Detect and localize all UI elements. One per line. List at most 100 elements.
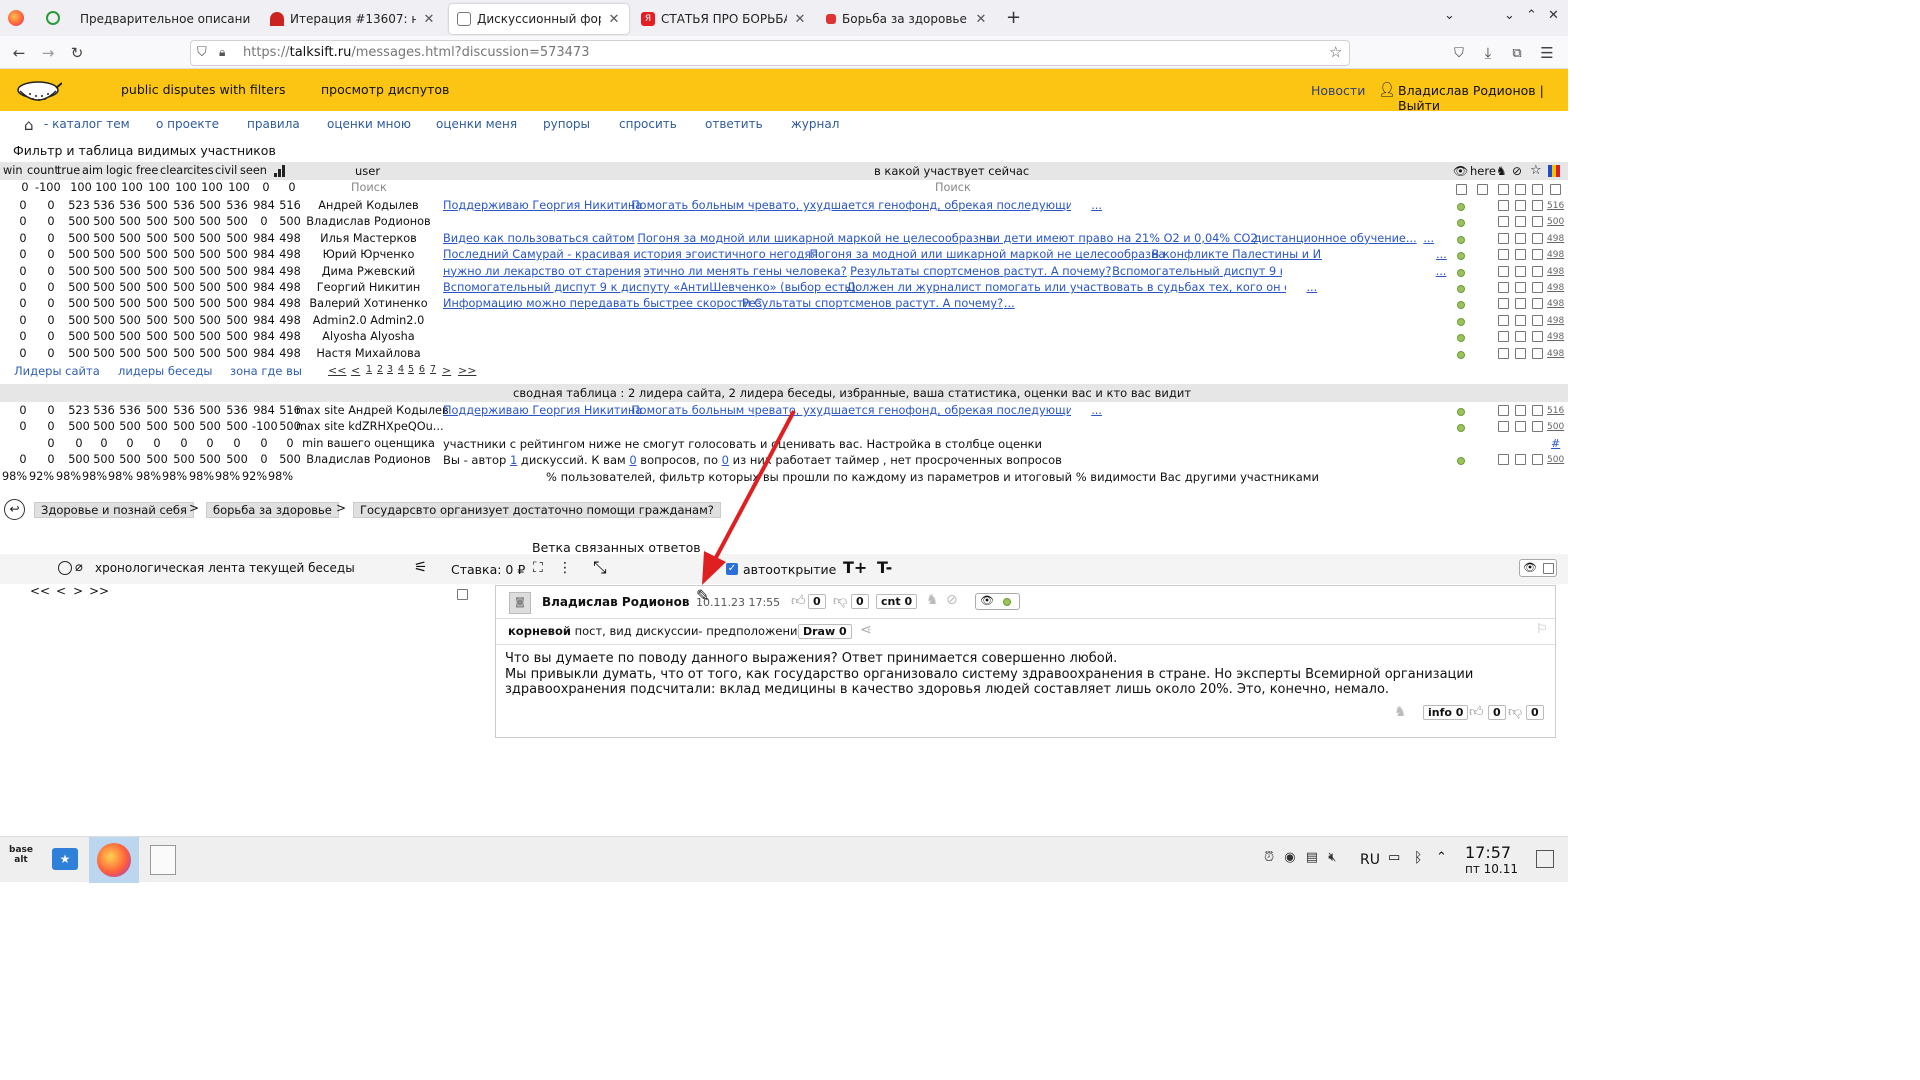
clipboard-icon[interactable]: ▤ xyxy=(1306,850,1318,865)
person-icon[interactable]: ♞ xyxy=(1394,704,1407,720)
user-name[interactable]: Alyosha Alyosha xyxy=(296,329,441,345)
hide-icon[interactable]: ⊘ xyxy=(946,592,958,608)
row-checkbox[interactable] xyxy=(1498,298,1509,310)
thumbs-up-icon[interactable]: 👍︎ xyxy=(791,592,806,609)
site-section[interactable]: просмотр диспутов xyxy=(321,82,449,97)
row-checkbox[interactable] xyxy=(1498,331,1509,343)
filter-checkbox[interactable] xyxy=(1550,184,1561,195)
bluetooth-icon[interactable]: ᛒ xyxy=(1414,850,1422,866)
text-editor-icon[interactable] xyxy=(150,845,176,875)
feed-pager-next[interactable]: > xyxy=(73,584,83,598)
pager-1[interactable]: < xyxy=(351,364,360,377)
start-menu-icon[interactable]: base alt xyxy=(6,845,36,875)
discussion-link[interactable]: чьи дети имеют право на 21% О2 и 0,04% С… xyxy=(979,231,1257,247)
row-checkbox[interactable] xyxy=(1498,249,1509,261)
tab-2-active[interactable]: Дискуссионный форум ✕ xyxy=(449,4,629,34)
row-checkbox[interactable] xyxy=(1532,232,1543,244)
filter-checkbox[interactable] xyxy=(1477,184,1488,195)
row-checkbox[interactable] xyxy=(1532,314,1543,326)
close-icon[interactable]: ✕ xyxy=(974,12,988,27)
user-name[interactable]: max site Андрей Кодылев xyxy=(296,403,449,419)
user-name[interactable]: max site kdZRHXpeQOu... xyxy=(296,419,444,435)
discussion-link[interactable]: дистанционное обучение... xyxy=(1254,231,1417,247)
row-checkbox[interactable] xyxy=(1515,454,1526,465)
paperclip-icon[interactable]: ⌀ xyxy=(75,560,83,575)
bookmark-star-icon[interactable]: ☆ xyxy=(1329,43,1342,61)
row-checkbox[interactable] xyxy=(1498,421,1509,432)
row-checkbox[interactable] xyxy=(1532,454,1543,465)
user-name[interactable]: Илья Мастерков xyxy=(296,231,441,247)
column-header-civil[interactable]: civil xyxy=(215,164,237,177)
close-icon[interactable]: ✕ xyxy=(422,12,436,27)
filter-checkbox[interactable] xyxy=(1515,184,1526,195)
font-decrease-button[interactable]: T- xyxy=(877,558,892,577)
row-checkbox[interactable] xyxy=(1532,421,1543,432)
nav-catalog[interactable]: - каталог тем xyxy=(44,117,130,131)
discussion-link[interactable]: Результаты спортсменов растут. А почему? xyxy=(742,296,1003,312)
thumbs-down-icon[interactable]: 👎︎ xyxy=(1508,703,1522,720)
row-checkbox[interactable] xyxy=(1498,265,1509,277)
user-name[interactable]: Андрей Кодылев xyxy=(296,198,441,214)
row-checkbox[interactable] xyxy=(1532,331,1543,343)
rating-link[interactable]: 498 xyxy=(1547,247,1564,263)
tab-4[interactable]: Борьба за здоровье: что д ✕ xyxy=(818,4,996,34)
forward-icon[interactable]: → xyxy=(37,42,59,64)
pager-2[interactable]: 1 xyxy=(366,364,372,375)
user-name[interactable]: Admin2.0 Admin2.0 xyxy=(296,313,441,329)
pager-10[interactable]: >> xyxy=(458,364,476,377)
star-icon[interactable]: ☆ xyxy=(1530,163,1542,178)
filter-threshold[interactable]: 100 xyxy=(200,181,224,194)
thumbs-up-icon[interactable]: 👍︎ xyxy=(1469,703,1484,720)
tab-0[interactable]: Предварительное описание з xyxy=(72,4,258,34)
pager-5[interactable]: 4 xyxy=(398,364,404,375)
pager-0[interactable]: << xyxy=(328,364,346,377)
row-checkbox[interactable] xyxy=(1532,298,1543,310)
back-circle-icon[interactable]: ↩ xyxy=(4,499,25,520)
user-name[interactable]: Дима Ржевский xyxy=(296,264,441,280)
show-desktop-button[interactable] xyxy=(1536,850,1554,868)
person-icon[interactable]: ♞ xyxy=(1496,164,1507,178)
breadcrumb-0[interactable]: Здоровье и познай себя xyxy=(34,502,194,518)
close-icon[interactable]: ✕ xyxy=(793,12,807,27)
pager-9[interactable]: > xyxy=(442,364,451,377)
filter-threshold[interactable]: 100 xyxy=(120,181,144,194)
more-link[interactable]: ... xyxy=(1436,247,1447,263)
user-name[interactable]: Валерий Хотиненко xyxy=(296,296,441,312)
filter-threshold[interactable]: 100 xyxy=(69,181,93,194)
visibility-toggle[interactable]: 👁︎ xyxy=(975,593,1020,610)
column-header-count[interactable]: count xyxy=(27,164,59,177)
site-tagline[interactable]: public disputes with filters xyxy=(121,82,286,97)
collapse-icon[interactable]: ⤡ xyxy=(593,558,607,578)
rating-link[interactable]: 498 xyxy=(1547,329,1564,345)
rating-link[interactable]: 498 xyxy=(1547,296,1564,312)
filter-threshold[interactable]: 100 xyxy=(94,181,118,194)
discussion-link[interactable]: Информацию можно передавать быстрее скор… xyxy=(443,296,762,312)
rating-link[interactable]: 498 xyxy=(1547,346,1564,362)
filter-threshold[interactable]: 0 xyxy=(13,181,37,194)
nav-ratings-by-me[interactable]: оценки мною xyxy=(327,117,411,131)
volume-muted-icon[interactable]: 🔇︎ xyxy=(1328,850,1336,865)
nav-ask[interactable]: спросить xyxy=(619,117,677,131)
your-zone-link[interactable]: зона где вы xyxy=(230,364,302,378)
alarm-icon[interactable]: ⏰︎ xyxy=(1264,850,1274,865)
row-checkbox[interactable] xyxy=(1515,216,1526,228)
feed-pager-first[interactable]: << xyxy=(30,584,50,598)
pager-7[interactable]: 6 xyxy=(419,364,425,375)
user-name[interactable]: Юрий Юрченко xyxy=(296,247,441,263)
rating-link[interactable]: 516 xyxy=(1547,403,1564,419)
pager-3[interactable]: 2 xyxy=(377,364,383,375)
font-increase-button[interactable]: T+ xyxy=(843,558,867,577)
column-header-true[interactable]: true xyxy=(57,164,80,177)
row-checkbox[interactable] xyxy=(1532,347,1543,359)
tab-list-icon[interactable]: ⌄ xyxy=(1444,8,1455,23)
tree-icon[interactable]: ⛶ xyxy=(533,560,543,576)
column-header-clear[interactable]: clear xyxy=(160,164,188,177)
close-window-icon[interactable]: ✕ xyxy=(1548,8,1559,23)
pocket-icon[interactable]: ⛉ xyxy=(1448,42,1470,64)
home-icon[interactable]: ⌂ xyxy=(24,116,34,134)
filter-threshold[interactable]: 100 xyxy=(147,181,171,194)
rating-link[interactable]: 498 xyxy=(1547,280,1564,296)
filter-threshold[interactable]: 100 xyxy=(227,181,251,194)
row-checkbox[interactable] xyxy=(1515,200,1526,211)
rating-link[interactable]: 500 xyxy=(1547,214,1564,230)
